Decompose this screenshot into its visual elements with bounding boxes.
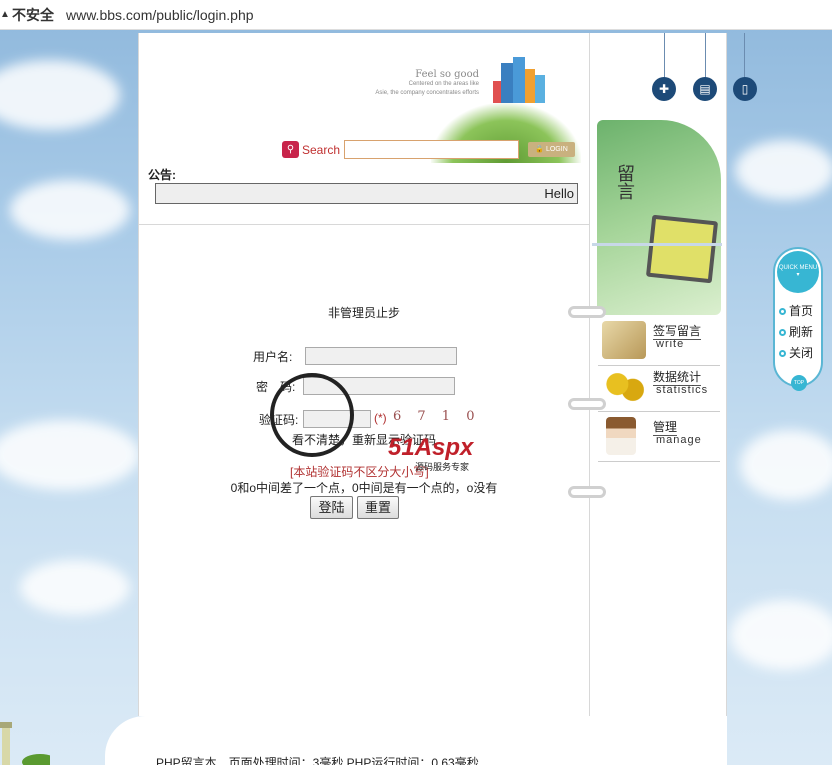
sidebar-item-manage[interactable]: 管理 manage <box>598 414 720 462</box>
cloud <box>0 420 140 490</box>
reset-button[interactable]: 重置 <box>357 496 399 519</box>
form-title: 非管理员止步 <box>327 306 400 320</box>
watermark-logo <box>250 370 380 460</box>
quick-menu: QUICK MENU ▾ 首页 刷新 关闭 TOP <box>773 247 823 391</box>
quick-menu-item-refresh[interactable]: 刷新 <box>779 323 813 340</box>
search-bar: ⚲ Search 🔒 LOGIN <box>282 140 576 159</box>
sidebar-item-statistics[interactable]: 数据统计 statistics <box>598 364 720 412</box>
username-label: 用户名: <box>253 350 293 364</box>
notice-marquee: Hello <box>155 183 578 204</box>
url-text[interactable]: www.bbs.com/public/login.php <box>66 7 254 23</box>
cloud <box>740 430 832 500</box>
login-label: LOGIN <box>545 146 568 153</box>
browser-address-bar[interactable]: ▲ 不安全 www.bbs.com/public/login.php <box>0 0 832 30</box>
slogan-line: Asie, the company concentrates efforts <box>375 90 479 96</box>
cloud <box>0 60 120 130</box>
puzzle-icon[interactable]: ✚ <box>652 77 676 101</box>
watermark-ring-icon <box>270 373 354 457</box>
slogan-line: Centered on the areas like <box>408 81 479 87</box>
buildings-logo-icon <box>493 57 545 103</box>
person-icon <box>606 417 636 455</box>
sidebar-item-sublabel: manage <box>656 434 702 446</box>
notice-label: 公告: <box>148 168 176 182</box>
cloud <box>10 180 130 240</box>
search-icon[interactable]: ⚲ <box>282 141 299 158</box>
divider <box>592 243 722 246</box>
binder-ring <box>568 306 606 318</box>
bullet-icon <box>779 308 786 316</box>
quick-menu-label: 首页 <box>789 304 814 318</box>
case-hint: [本站验证码不区分大小写] <box>290 465 429 479</box>
char-hint: 0和o中间差了一个点，0中间是有一个点的，o没有 <box>230 481 498 495</box>
search-label: Search <box>302 142 341 157</box>
insecure-label: 不安全 <box>12 6 54 23</box>
sidebar-item-write[interactable]: 签写留言 write <box>598 318 720 366</box>
login-submit-button[interactable]: 登陆 <box>310 496 353 519</box>
bullet-icon <box>779 350 786 358</box>
quick-menu-head: QUICK MENU ▾ <box>777 251 819 293</box>
watermark-subtitle: 源码服务专家 <box>415 462 470 472</box>
slogan-title: Feel so good <box>415 69 479 80</box>
quick-menu-label: 刷新 <box>789 325 814 339</box>
sidebar-item-sublabel: write <box>656 338 685 350</box>
quick-menu-item-home[interactable]: 首页 <box>779 302 813 319</box>
cloud <box>735 140 832 200</box>
hanging-line <box>744 33 745 78</box>
sunflower-icon <box>602 367 646 405</box>
back-to-top-button[interactable]: TOP <box>791 375 807 391</box>
book-icon <box>602 321 646 359</box>
cloud <box>730 600 832 670</box>
list-icon[interactable]: ▤ <box>693 77 717 101</box>
username-field[interactable] <box>305 347 457 365</box>
quick-menu-item-close[interactable]: 关闭 <box>779 344 813 361</box>
cloud <box>20 560 130 615</box>
slogan: Feel so good Centered on the areas like … <box>339 69 479 98</box>
login-button[interactable]: 🔒 LOGIN <box>528 142 576 157</box>
watermark-brand: 51Aspx <box>388 434 474 461</box>
captcha-image[interactable]: 6 7 1 0 <box>393 409 480 424</box>
binder-ring <box>568 486 606 498</box>
hanging-line <box>664 33 665 78</box>
bullet-icon <box>779 329 786 337</box>
header: Feel so good Centered on the areas like … <box>139 33 589 225</box>
quick-menu-label: 关闭 <box>789 346 814 360</box>
sidebar-item-sublabel: statistics <box>656 384 709 396</box>
footer-stats: PHP留言本 页面处理时间：3毫秒 PHP运行时间：0.63毫秒 <box>156 756 479 765</box>
guestbook-banner: 留言 <box>597 120 721 315</box>
tower-icon <box>0 722 50 765</box>
warning-icon: ▲ <box>0 9 10 20</box>
hanging-line <box>705 33 706 78</box>
guestbook-word: 留言 <box>614 164 635 200</box>
search-input[interactable] <box>344 140 520 159</box>
document-icon[interactable]: ▯ <box>733 77 757 101</box>
laptop-icon <box>645 214 719 284</box>
quick-menu-title: QUICK MENU <box>778 265 818 271</box>
